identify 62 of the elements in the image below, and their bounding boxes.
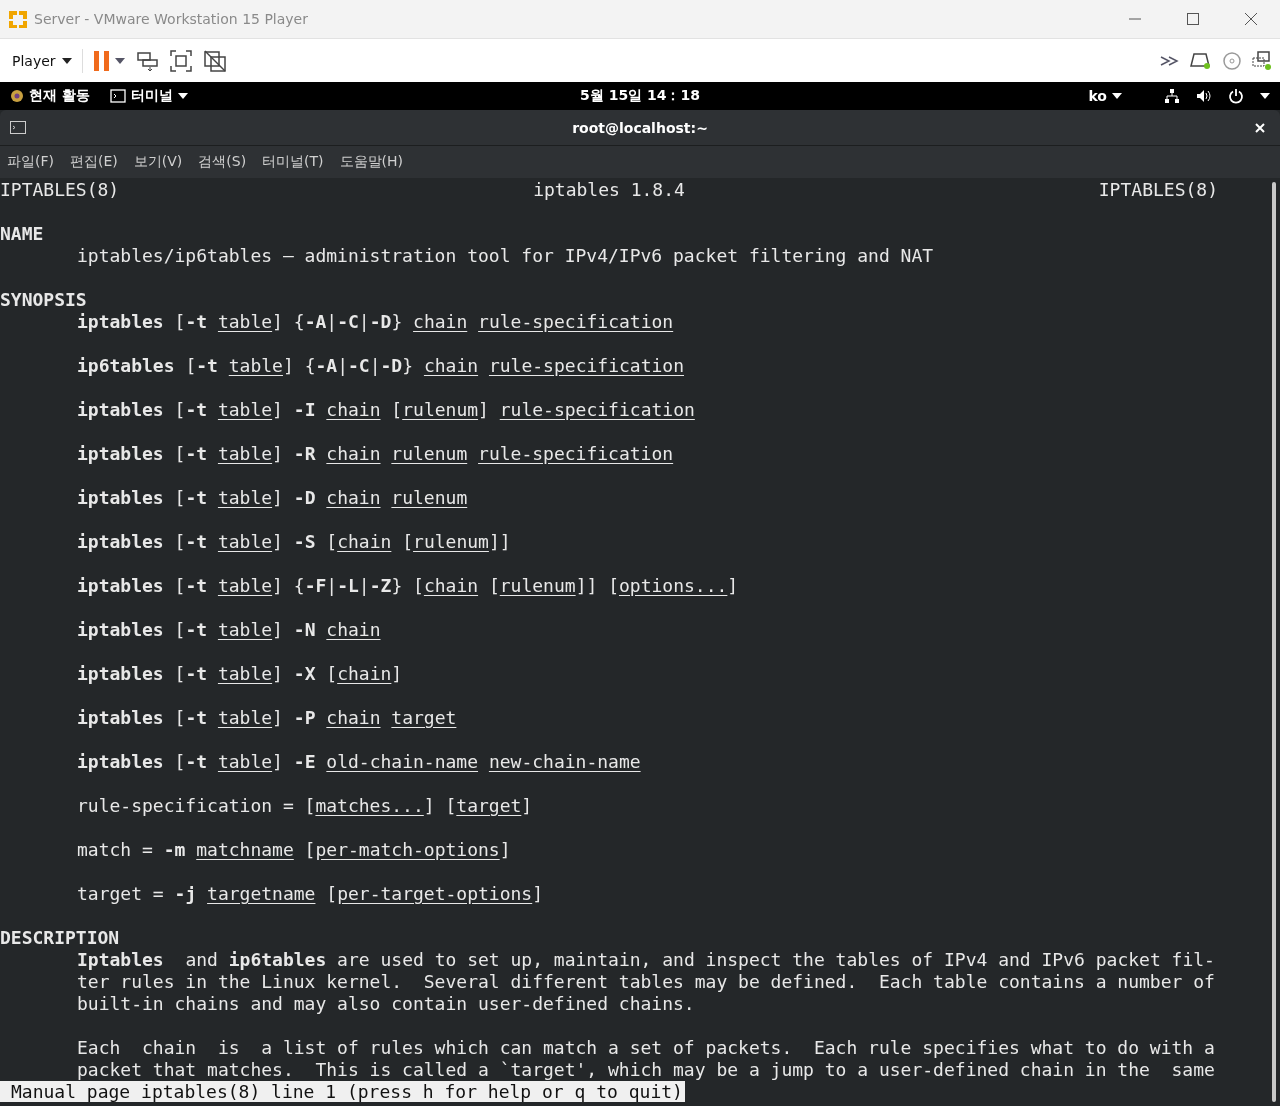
man-header-text: IPTABLES(8) <box>0 179 120 201</box>
caret-icon <box>61 57 72 64</box>
activities-button[interactable]: 현재 활동 <box>10 87 90 105</box>
terminal-icon <box>109 89 126 103</box>
menu-item[interactable]: 보기(V) <box>133 153 183 171</box>
menu-item[interactable]: 편집(E) <box>70 153 118 171</box>
menu-item[interactable]: 터미널(T) <box>262 153 324 171</box>
close-icon <box>1244 12 1258 26</box>
man-text-line: ter rules in the Linux kernel. Several different tables may be defined. Each table contains a number of <box>77 971 1215 992</box>
cd-icon[interactable] <box>1222 50 1242 71</box>
section-heading: SYNOPSIS <box>0 289 87 310</box>
player-menu-button[interactable]: Player <box>12 52 72 69</box>
man-text-line: packet that matches. This is called a `target', which may be a jump to a user-defined chain in the same <box>77 1059 1215 1080</box>
man-text-line: match = -m matchname [per-match-options] <box>77 839 511 860</box>
man-text-line: target = -j targetname [per-target-options] <box>77 883 544 904</box>
man-text-line: iptables [-t table] {-A|-C|-D} chain rule-specification <box>77 311 674 332</box>
caret-icon <box>1260 93 1270 99</box>
man-header-text: iptables 1.8.4 <box>533 179 685 201</box>
power-icon[interactable] <box>1228 88 1244 104</box>
man-text-line: iptables [-t table] -P chain target <box>77 707 457 728</box>
terminal-icon <box>10 121 26 134</box>
man-text-line: iptables [-t table] -E old-chain-name new-chain-name <box>77 751 641 772</box>
menu-item[interactable]: 파일(F) <box>7 153 54 171</box>
man-text-line: Iptables and ip6tables are used to set up, maintain, and inspect the tables of IPv4 and IPv6 packet fil‐ <box>77 949 1215 970</box>
pager-status-text: Manual page iptables(8) line 1 (press h for help or q to quit) <box>0 1081 685 1102</box>
menu-item[interactable]: 검색(S) <box>198 153 247 171</box>
man-text-line: built-in chains and may also contain user-defined chains. <box>77 993 695 1014</box>
man-text-line: iptables [-t table] -R chain rulenum rule-specification <box>77 443 674 464</box>
man-text-line: iptables [-t table] -S [chain [rulenum]] <box>77 531 511 552</box>
caret-icon <box>177 93 188 99</box>
menu-item[interactable]: 도움말(H) <box>339 153 404 171</box>
man-header-text: IPTABLES(8) <box>1098 179 1218 201</box>
man-text-line: rule-specification = [matches...] [target] <box>77 795 533 816</box>
terminal-title: root@localhost:~ <box>571 119 709 136</box>
network-adapter-icon[interactable] <box>1252 50 1272 71</box>
unity-icon[interactable] <box>202 48 227 73</box>
clock-text[interactable]: 5월 15일 14：18 <box>580 87 700 105</box>
scrollbar-thumb[interactable] <box>1272 182 1276 1102</box>
man-text-line: iptables/ip6tables — administration tool for IPv4/IPv6 packet filtering and NAT <box>77 245 934 266</box>
caret-icon <box>114 57 125 64</box>
language-menu[interactable]: ko <box>1088 88 1122 104</box>
fullscreen-icon[interactable] <box>168 48 193 73</box>
section-heading: NAME <box>0 223 44 244</box>
section-heading: DESCRIPTION <box>0 927 120 948</box>
app-logo-icon <box>8 9 28 29</box>
man-text-line: iptables [-t table] -X [chain] <box>77 663 403 684</box>
volume-icon[interactable] <box>1196 88 1212 104</box>
caret-icon <box>1112 93 1122 99</box>
man-text-line: ip6tables [-t table] {-A|-C|-D} chain rule-specification <box>77 355 684 376</box>
man-text-line: iptables [-t table] -D chain rulenum <box>77 487 468 508</box>
window-title: Server - VMware Workstation 15 Player <box>34 11 309 27</box>
man-text-line: Each chain is a list of rules which can match a set of packets. Each rule specifies what to do with a <box>77 1037 1215 1058</box>
man-text-line: iptables [-t table] -I chain [rulenum] rule-specification <box>77 399 695 420</box>
close-icon <box>1255 122 1265 133</box>
network-icon[interactable] <box>1164 88 1180 104</box>
man-text-line: iptables [-t table] {-F|-L|-Z} [chain [rulenum]] [options...] <box>77 575 739 596</box>
maximize-icon <box>1186 12 1200 26</box>
terminal-app-menu[interactable]: 터미널 <box>109 87 188 105</box>
pause-button[interactable] <box>92 49 125 72</box>
man-text-line: iptables [-t table] -N chain <box>77 619 381 640</box>
activities-icon <box>10 89 24 103</box>
double-chevron-icon[interactable] <box>1160 54 1180 67</box>
